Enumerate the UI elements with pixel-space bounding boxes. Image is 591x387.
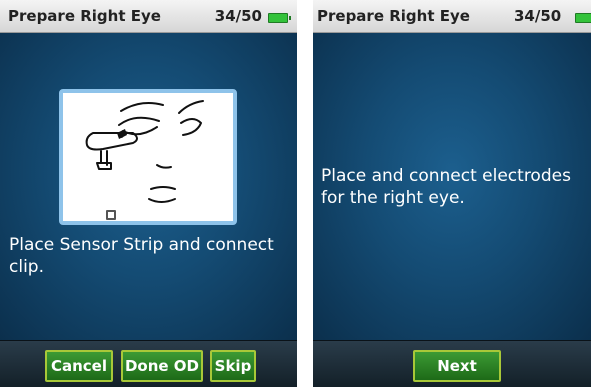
cancel-button[interactable]: Cancel bbox=[45, 350, 113, 382]
battery-icon bbox=[575, 13, 591, 23]
screen-title: Prepare Right Eye bbox=[317, 7, 470, 25]
bottom-bar: Next bbox=[313, 340, 591, 387]
instruction-text: Place Sensor Strip and connect clip. bbox=[9, 235, 274, 277]
screen-title: Prepare Right Eye bbox=[8, 7, 161, 25]
step-counter: 34/50 bbox=[514, 7, 562, 25]
face-sensor-illustration bbox=[59, 89, 237, 225]
content-area: Place Sensor Strip and connect clip. bbox=[0, 33, 297, 341]
face-sensor-drawing bbox=[85, 100, 204, 220]
instruction-text: Place and connect electrodes for the rig… bbox=[321, 166, 571, 208]
skip-button[interactable]: Skip bbox=[210, 350, 256, 382]
title-bar: Prepare Right Eye 34/50 bbox=[313, 0, 591, 33]
screen-sensor-strip: Prepare Right Eye 34/50 Place Sensor Str… bbox=[0, 0, 297, 387]
step-counter: 34/50 bbox=[214, 7, 262, 25]
bottom-bar: Cancel Done OD Skip bbox=[0, 340, 297, 387]
done-od-button[interactable]: Done OD bbox=[121, 350, 203, 382]
content-area: Place and connect electrodes for the rig… bbox=[313, 33, 591, 341]
title-bar: Prepare Right Eye 34/50 bbox=[0, 0, 297, 33]
screen-electrodes: Prepare Right Eye 34/50 Place and connec… bbox=[313, 0, 591, 387]
battery-icon bbox=[268, 13, 291, 23]
next-button[interactable]: Next bbox=[413, 350, 501, 382]
